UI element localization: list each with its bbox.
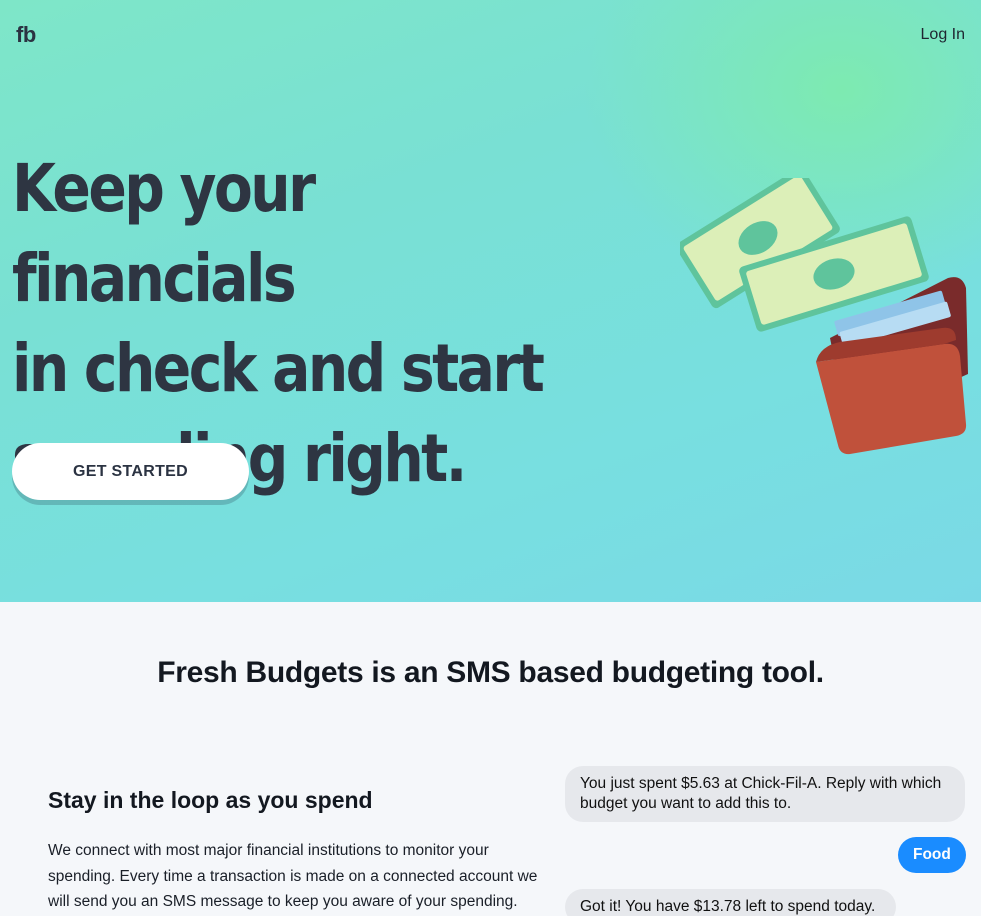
hero-section: fb Log In Keep your financials in check … bbox=[0, 0, 981, 602]
feature-description: We connect with most major financial ins… bbox=[48, 842, 538, 910]
chat-bubble-incoming: Got it! You have $13.78 left to spend to… bbox=[565, 889, 896, 916]
headline-line-1: Keep your financials bbox=[12, 150, 316, 317]
feature-title: Stay in the loop as you spend bbox=[48, 787, 373, 813]
money-wallet-illustration bbox=[680, 178, 968, 455]
chat-bubble-incoming: You just spent $5.63 at Chick-Fil-A. Rep… bbox=[565, 766, 965, 822]
login-link[interactable]: Log In bbox=[921, 26, 965, 44]
headline-line-2: in check and start bbox=[12, 330, 545, 407]
get-started-button[interactable]: GET STARTED bbox=[12, 443, 249, 500]
chat-bubble-outgoing: Food bbox=[898, 837, 966, 873]
intro-title: Fresh Budgets is an SMS based budgeting … bbox=[157, 656, 824, 689]
logo[interactable]: fb bbox=[16, 22, 36, 48]
